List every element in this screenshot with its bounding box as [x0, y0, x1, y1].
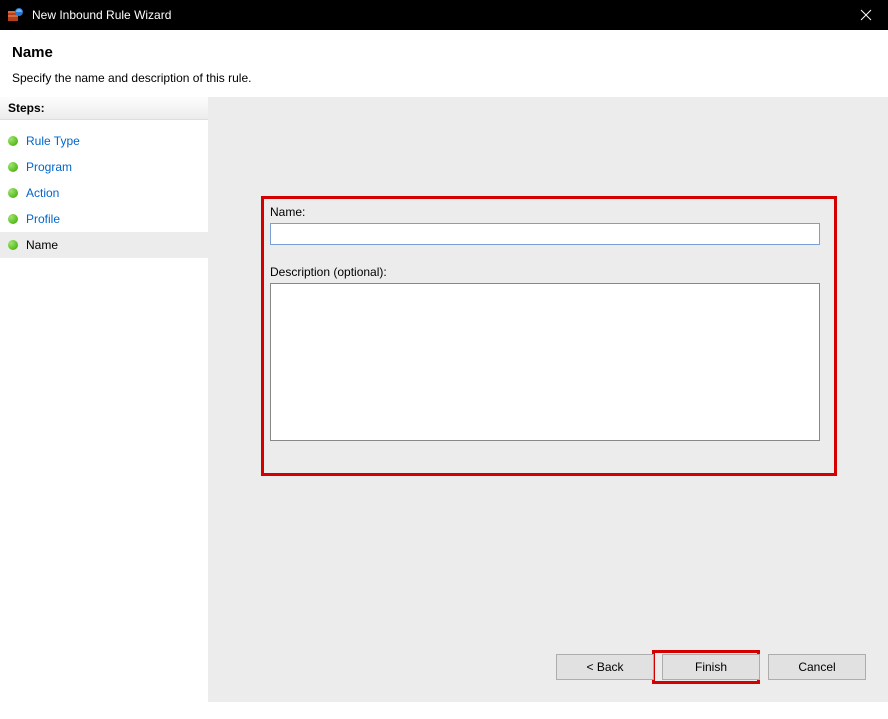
steps-sidebar: Steps: Rule Type Program Action Profile …: [0, 97, 208, 702]
page-title: Name: [12, 44, 876, 61]
step-label: Profile: [26, 212, 60, 226]
cancel-button[interactable]: Cancel: [768, 654, 866, 680]
firewall-icon: [8, 7, 24, 23]
wizard-header: Name Specify the name and description of…: [0, 30, 888, 97]
step-label: Rule Type: [26, 134, 80, 148]
bullet-icon: [8, 214, 18, 224]
window-title: New Inbound Rule Wizard: [32, 8, 171, 22]
step-name[interactable]: Name: [0, 232, 208, 258]
back-button[interactable]: < Back: [556, 654, 654, 680]
bullet-icon: [8, 136, 18, 146]
step-rule-type[interactable]: Rule Type: [0, 128, 208, 154]
main-pane: Name: Description (optional): < Back Fin…: [208, 97, 888, 702]
bullet-icon: [8, 188, 18, 198]
step-label: Action: [26, 186, 59, 200]
description-textarea[interactable]: [270, 283, 820, 441]
step-program[interactable]: Program: [0, 154, 208, 180]
name-input[interactable]: [270, 223, 820, 245]
name-label: Name:: [270, 205, 832, 219]
page-description: Specify the name and description of this…: [12, 71, 876, 85]
steps-header: Steps:: [0, 97, 208, 120]
step-label: Program: [26, 160, 72, 174]
titlebar: New Inbound Rule Wizard: [0, 0, 888, 30]
step-action[interactable]: Action: [0, 180, 208, 206]
finish-button[interactable]: Finish: [662, 654, 760, 680]
step-label: Name: [26, 238, 58, 252]
step-profile[interactable]: Profile: [0, 206, 208, 232]
bullet-icon: [8, 162, 18, 172]
bullet-icon: [8, 240, 18, 250]
description-label: Description (optional):: [270, 265, 832, 279]
close-button[interactable]: [843, 0, 888, 30]
